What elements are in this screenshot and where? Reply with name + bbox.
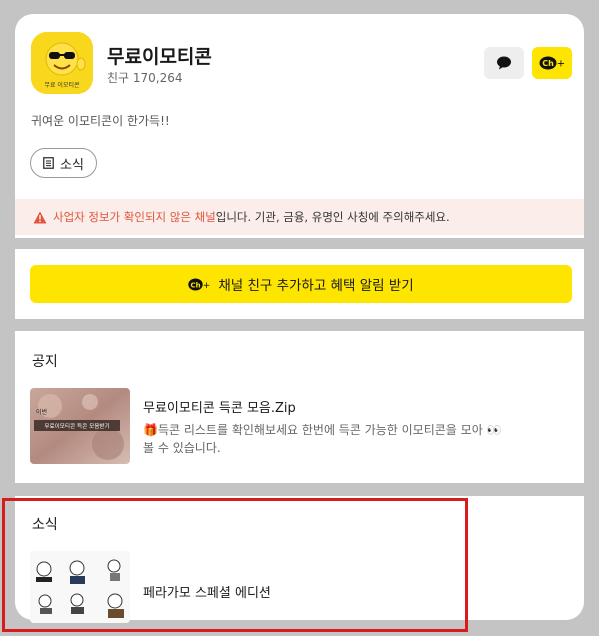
notice-section-title: 공지: [32, 354, 58, 370]
notice-post-title[interactable]: 무료이모티콘 득콘 모음.Zip: [143, 397, 296, 416]
channel-name: 무료이모티콘: [107, 46, 212, 68]
document-icon: [43, 157, 54, 169]
profile-card: 무료 이모티콘 무료이모티콘 친구 170,264 Ch + 귀여운 이모티콘이…: [15, 14, 584, 238]
warning-icon: [33, 211, 47, 223]
thumbnail-text: 무료이모티콘 득콘 모음받기: [44, 422, 109, 430]
chat-bubble-icon: [497, 56, 511, 70]
add-friend-button[interactable]: Ch + 채널 친구 추가하고 혜택 알림 받기: [30, 265, 572, 303]
smiley-sunglasses-icon: 무료 이모티콘: [31, 32, 93, 94]
eyes-icon: 👀: [486, 423, 502, 437]
add-channel-button[interactable]: Ch +: [532, 47, 572, 79]
gift-icon: 🎁: [143, 423, 158, 437]
thumbnail-text-top: 이번: [36, 408, 47, 416]
avatar-caption: 무료 이모티콘: [44, 81, 80, 89]
notice-thumbnail[interactable]: 이번 무료이모티콘 득콘 모음받기: [30, 388, 130, 464]
warning-banner: 사업자 정보가 확인되지 않은 채널입니다. 기관, 금융, 유명인 사칭에 주…: [15, 199, 584, 235]
friend-count: 친구 170,264: [107, 71, 183, 85]
channel-avatar[interactable]: 무료 이모티콘: [31, 32, 93, 94]
warning-highlight: 사업자 정보가 확인되지 않은 채널: [53, 210, 216, 224]
chat-button[interactable]: [484, 47, 524, 79]
add-friend-label: 채널 친구 추가하고 혜택 알림 받기: [218, 278, 414, 294]
news-chip-label: 소식: [60, 157, 84, 173]
svg-text:+: +: [203, 281, 210, 291]
warning-text: 입니다. 기관, 금융, 유명인 사칭에 주의해주세요.: [215, 210, 450, 224]
svg-text:+: +: [557, 59, 565, 70]
channel-plus-icon: Ch +: [539, 56, 565, 70]
notice-section: 공지 이번 무료이모티콘 득콘 모음받기 무료이모티콘 득콘 모음.Zip 🎁득…: [15, 331, 584, 483]
channel-plus-icon: Ch +: [188, 278, 210, 291]
svg-text:Ch: Ch: [191, 281, 201, 289]
add-friend-card: Ch + 채널 친구 추가하고 혜택 알림 받기: [15, 249, 584, 319]
highlight-box: [2, 498, 468, 632]
notice-post-body: 🎁득콘 리스트를 확인해보세요 한번에 득콘 가능한 이모티콘을 모아 👀 볼 수…: [143, 423, 502, 455]
notice-thumbnail-image: 이번 무료이모티콘 득콘 모음받기: [30, 388, 130, 464]
news-chip-button[interactable]: 소식: [30, 148, 97, 178]
channel-description: 귀여운 이모티콘이 한가득!!: [31, 114, 170, 128]
svg-text:Ch: Ch: [542, 59, 554, 68]
